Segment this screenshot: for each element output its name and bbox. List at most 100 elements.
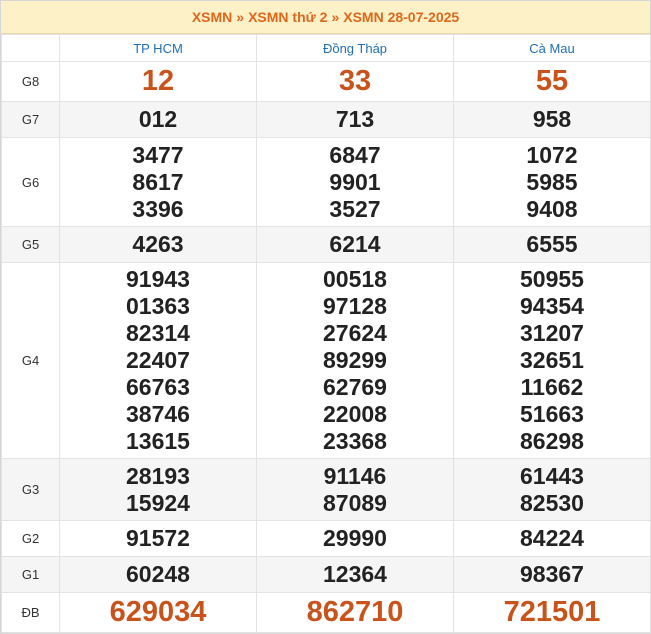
prize-row: G3 28193 15924 91146 87089 61443 82530 bbox=[1, 458, 651, 521]
result-cell: 84224 bbox=[453, 520, 651, 557]
result-number: 84224 bbox=[520, 525, 584, 551]
result-number: 713 bbox=[335, 106, 375, 132]
prize-row: G5 4263 6214 6555 bbox=[1, 226, 651, 263]
result-cell: 1072 5985 9408 bbox=[453, 137, 651, 227]
result-number: 62769 bbox=[323, 374, 387, 400]
result-number: 1072 bbox=[526, 141, 578, 168]
result-cell: 4263 bbox=[59, 226, 257, 263]
prize-label: G4 bbox=[1, 262, 60, 459]
breadcrumb-separator: » bbox=[331, 9, 340, 25]
result-number: 29990 bbox=[323, 525, 387, 551]
result-number: 87089 bbox=[323, 489, 387, 516]
prize-label: G7 bbox=[1, 101, 60, 138]
result-number: 6555 bbox=[526, 231, 578, 257]
result-number: 11662 bbox=[520, 374, 584, 400]
result-cell: 6214 bbox=[256, 226, 454, 263]
result-cell: 958 bbox=[453, 101, 651, 138]
result-cell: 29990 bbox=[256, 520, 454, 557]
result-cell: 713 bbox=[256, 101, 454, 138]
breadcrumb-link-xsmn[interactable]: XSMN bbox=[192, 9, 232, 25]
result-number: 012 bbox=[138, 106, 178, 132]
province-header-ca-mau[interactable]: Cà Mau bbox=[453, 34, 651, 62]
results-table: TP HCM Đồng Tháp Cà Mau G8 12 33 55 G7 012 713… bbox=[1, 34, 651, 633]
result-cell: 629034 bbox=[59, 592, 257, 633]
prize-label: G3 bbox=[1, 458, 60, 521]
result-cell: 3477 8617 3396 bbox=[59, 137, 257, 227]
result-number: 91572 bbox=[126, 525, 190, 551]
result-number: 60248 bbox=[126, 561, 190, 587]
result-number: 91146 bbox=[323, 462, 387, 489]
result-number: 66763 bbox=[126, 374, 190, 400]
result-cell: 50955 94354 31207 32651 11662 51663 86298 bbox=[453, 262, 651, 459]
breadcrumb-separator: » bbox=[236, 9, 245, 25]
result-number: 3396 bbox=[132, 195, 184, 222]
breadcrumb-link-weekday[interactable]: XSMN thứ 2 bbox=[248, 9, 327, 25]
result-cell: 12364 bbox=[256, 556, 454, 593]
province-header-dong-thap[interactable]: Đồng Tháp bbox=[256, 34, 454, 62]
result-number: 9901 bbox=[329, 168, 381, 195]
result-number: 97128 bbox=[323, 293, 387, 319]
result-number: 00518 bbox=[323, 266, 387, 292]
result-number: 22008 bbox=[323, 401, 387, 427]
prize-label: G1 bbox=[1, 556, 60, 593]
result-number: 22407 bbox=[126, 347, 190, 373]
prize-label: G8 bbox=[1, 61, 60, 102]
result-number: 9408 bbox=[526, 195, 578, 222]
province-header-tp-hcm[interactable]: TP HCM bbox=[59, 34, 257, 62]
result-number: 15924 bbox=[126, 489, 190, 516]
prize-row: G6 3477 8617 3396 6847 9901 3527 1072 5985 9408 bbox=[1, 137, 651, 227]
results-widget: XSMN» XSMN thứ 2» XSMN 28-07-2025 TP HCM Đ… bbox=[0, 0, 651, 634]
prize-row: G4 91943 01363 82314 22407 66763 38746 13615 005… bbox=[1, 262, 651, 459]
result-number: 86298 bbox=[520, 428, 584, 454]
result-cell: 98367 bbox=[453, 556, 651, 593]
result-number: 98367 bbox=[520, 561, 584, 587]
result-number: 3477 bbox=[132, 141, 184, 168]
result-number: 23368 bbox=[323, 428, 387, 454]
result-number: 5985 bbox=[526, 168, 578, 195]
result-number: 82314 bbox=[126, 320, 190, 346]
breadcrumb-link-date[interactable]: XSMN 28-07-2025 bbox=[343, 9, 459, 25]
result-number: 51663 bbox=[520, 401, 584, 427]
result-cell: 60248 bbox=[59, 556, 257, 593]
result-number: 91943 bbox=[126, 266, 190, 292]
result-cell: 61443 82530 bbox=[453, 458, 651, 521]
special-prize-number: 862710 bbox=[306, 596, 404, 628]
result-cell: 00518 97128 27624 89299 62769 22008 23368 bbox=[256, 262, 454, 459]
results-body: G8 12 33 55 G7 012 713 958 G6 3477 8617 3396 6847 990… bbox=[1, 61, 651, 633]
result-number: 12 bbox=[141, 65, 175, 97]
result-cell: 12 bbox=[59, 61, 257, 102]
breadcrumb: XSMN» XSMN thứ 2» XSMN 28-07-2025 bbox=[1, 1, 650, 34]
prize-row: G8 12 33 55 bbox=[1, 61, 651, 102]
prize-label: G5 bbox=[1, 226, 60, 263]
result-cell: 55 bbox=[453, 61, 651, 102]
result-number: 12364 bbox=[323, 561, 387, 587]
result-number: 3527 bbox=[329, 195, 381, 222]
result-number: 8617 bbox=[132, 168, 184, 195]
result-number: 55 bbox=[535, 65, 569, 97]
prize-row: G2 91572 29990 84224 bbox=[1, 520, 651, 557]
result-number: 28193 bbox=[126, 462, 190, 489]
result-number: 50955 bbox=[520, 266, 584, 292]
result-cell: 33 bbox=[256, 61, 454, 102]
result-number: 6847 bbox=[329, 141, 381, 168]
result-number: 27624 bbox=[323, 320, 387, 346]
result-number: 31207 bbox=[520, 320, 584, 346]
special-prize-number: 721501 bbox=[503, 596, 601, 628]
result-number: 94354 bbox=[520, 293, 584, 319]
result-cell: 012 bbox=[59, 101, 257, 138]
result-number: 61443 bbox=[520, 462, 584, 489]
special-prize-number: 629034 bbox=[109, 596, 207, 628]
result-cell: 6847 9901 3527 bbox=[256, 137, 454, 227]
result-cell: 721501 bbox=[453, 592, 651, 633]
result-number: 4263 bbox=[132, 231, 184, 257]
prize-label: G6 bbox=[1, 137, 60, 227]
prize-row: ĐB 629034 862710 721501 bbox=[1, 592, 651, 633]
result-cell: 862710 bbox=[256, 592, 454, 633]
result-cell: 91146 87089 bbox=[256, 458, 454, 521]
result-number: 6214 bbox=[329, 231, 381, 257]
result-cell: 28193 15924 bbox=[59, 458, 257, 521]
result-number: 958 bbox=[532, 106, 572, 132]
result-cell: 91572 bbox=[59, 520, 257, 557]
result-number: 82530 bbox=[520, 489, 584, 516]
result-number: 89299 bbox=[323, 347, 387, 373]
